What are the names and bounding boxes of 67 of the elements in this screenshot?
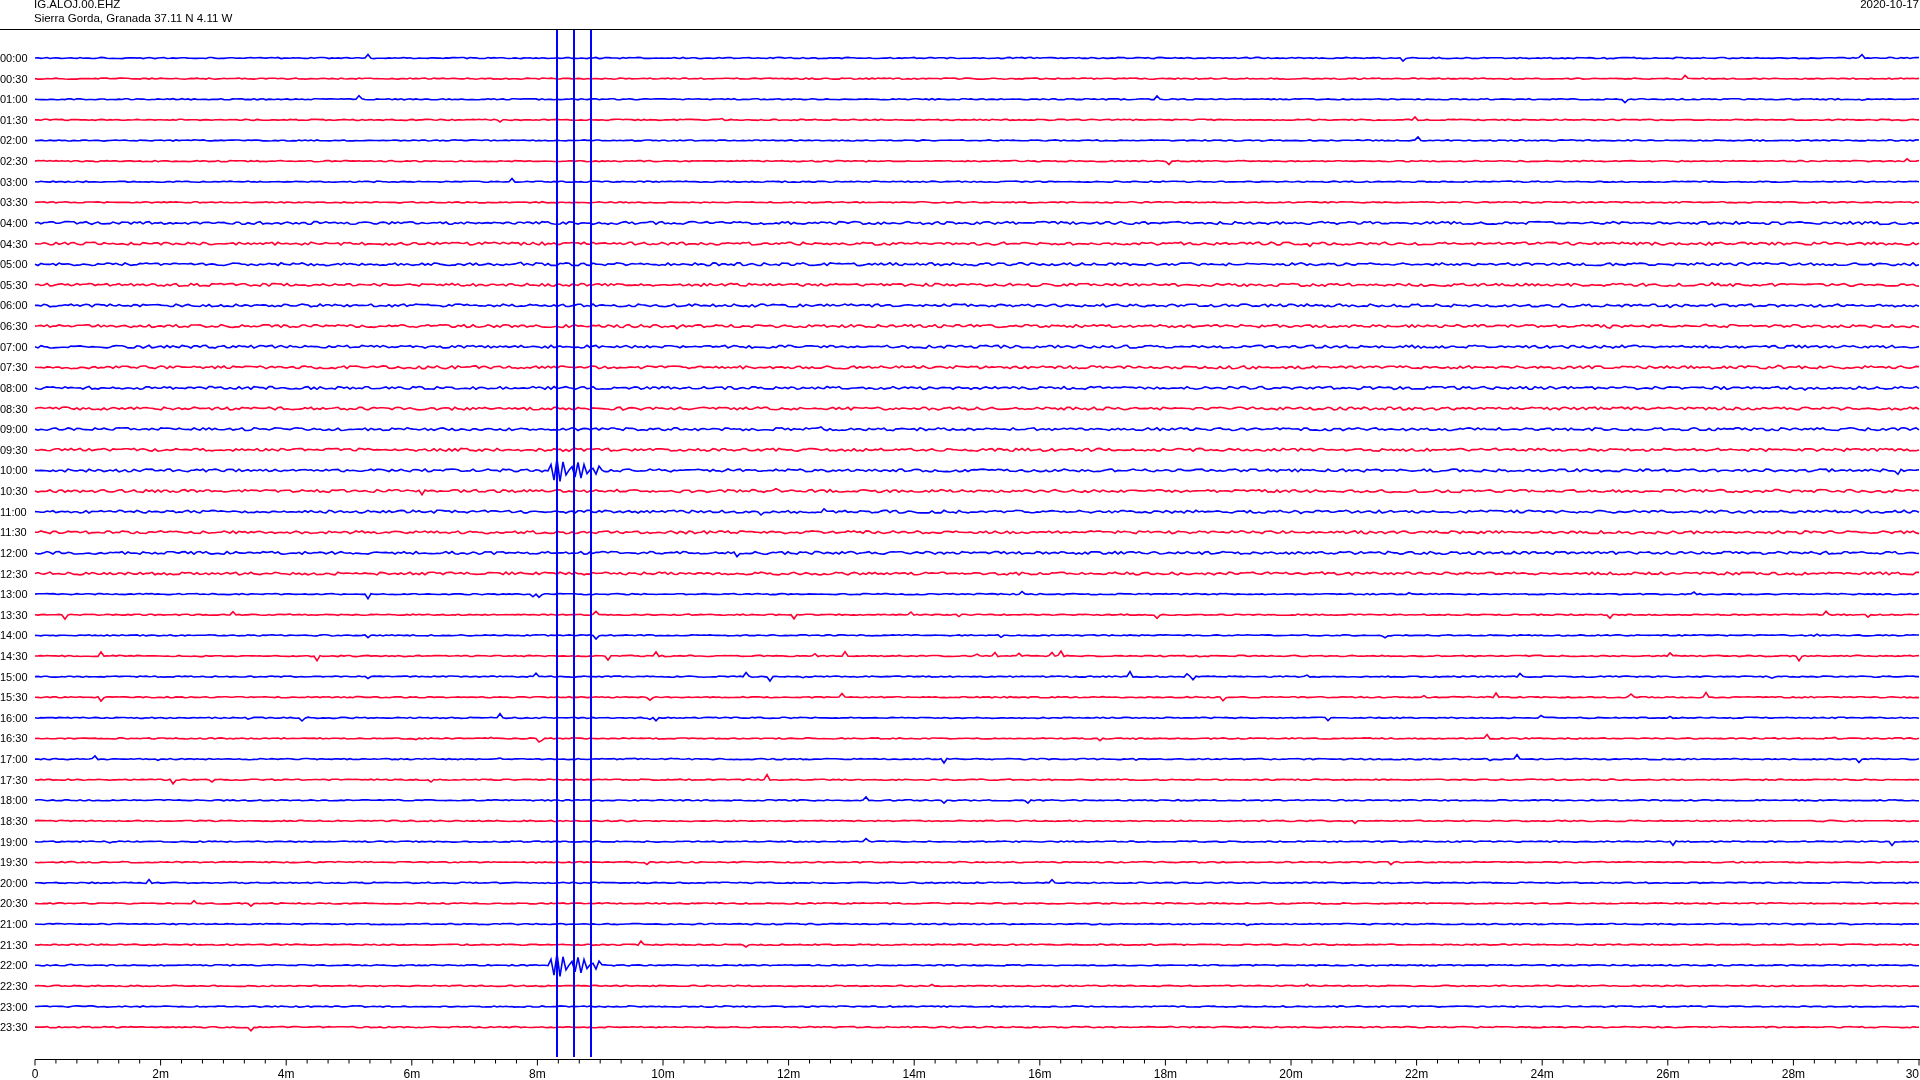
station-location: Sierra Gorda, Granada 37.11 N 4.11 W [34, 11, 233, 25]
trace-time-label: 01:30 [0, 113, 28, 126]
trace-time-label: 18:30 [0, 814, 28, 827]
time-axis-label: 22m [1404, 1066, 1429, 1079]
trace-time-label: 05:00 [0, 258, 28, 271]
trace-time-label: 04:30 [0, 237, 28, 250]
trace-time-label: 05:30 [0, 278, 28, 291]
trace-time-label: 00:30 [0, 72, 28, 85]
trace-time-label: 12:30 [0, 567, 28, 580]
time-axis-label: 14m [902, 1066, 926, 1079]
trace-time-label: 16:30 [0, 732, 28, 745]
time-axis-label: 12m [776, 1066, 801, 1079]
trace-time-label: 00:00 [0, 52, 28, 64]
trace-time-label: 13:00 [0, 588, 28, 601]
trace-time-label: 01:00 [0, 93, 28, 106]
trace-time-label: 14:30 [0, 650, 28, 662]
time-axis-label: 4m [277, 1066, 295, 1079]
trace-time-label: 14:00 [0, 629, 28, 642]
trace-time-label: 21:30 [0, 938, 28, 951]
trace-time-label: 20:30 [0, 897, 28, 910]
trace-time-label: 15:00 [0, 670, 28, 683]
trace-time-label: 15:30 [0, 691, 28, 704]
trace-time-label: 22:00 [0, 959, 28, 972]
time-axis-label: 26m [1656, 1066, 1680, 1079]
trace-time-label: 09:30 [0, 443, 28, 456]
trace-time-label: 17:30 [0, 773, 28, 786]
trace-time-label: 02:00 [0, 134, 28, 147]
trace-time-label: 23:00 [0, 1000, 28, 1013]
time-axis-label: 6m [403, 1066, 421, 1079]
trace-time-label: 23:30 [0, 1021, 28, 1034]
trace-time-label: 12:00 [0, 546, 28, 559]
trace-time-label: 08:30 [0, 402, 28, 415]
trace-time-label: 03:30 [0, 196, 28, 209]
record-date: 2020-10-17 [1860, 0, 1920, 12]
trace-time-label: 18:00 [0, 794, 28, 807]
trace-time-label: 16:00 [0, 711, 28, 724]
trace-time-label: 04:00 [0, 216, 28, 229]
trace-time-label: 22:30 [0, 979, 28, 992]
trace-time-label: 20:00 [0, 876, 28, 889]
trace-time-label: 13:30 [0, 608, 28, 621]
trace-time-label: 02:30 [0, 155, 28, 168]
trace-time-label: 19:00 [0, 835, 28, 848]
time-axis-label: 18m [1153, 1066, 1178, 1079]
trace-time-label: 07:00 [0, 340, 28, 353]
time-axis-label: 0 [31, 1066, 39, 1079]
trace-time-label: 21:00 [0, 918, 28, 931]
time-axis-label: 30 [1905, 1066, 1919, 1079]
trace-time-label: 19:30 [0, 856, 28, 869]
trace-time-label: 03:00 [0, 175, 28, 188]
time-axis-label: 10m [651, 1066, 675, 1079]
trace-time-label: 10:00 [0, 464, 28, 477]
time-axis-label: 16m [1028, 1066, 1052, 1079]
trace-time-label: 09:00 [0, 423, 28, 436]
station-code: IG.ALOJ.00.EHZ [34, 0, 122, 11]
time-axis-label: 28m [1781, 1066, 1806, 1079]
trace-time-label: 11:00 [0, 505, 27, 518]
trace-time-label: 06:30 [0, 320, 28, 333]
trace-time-label: 06:00 [0, 299, 28, 312]
trace-time-label: 07:30 [0, 361, 28, 374]
time-axis-label: 24m [1530, 1066, 1554, 1079]
trace-time-label: 11:30 [0, 526, 27, 539]
time-axis-label: 8m [529, 1066, 546, 1079]
trace-time-label: 10:30 [0, 485, 28, 497]
time-axis-label: 2m [152, 1066, 169, 1079]
time-axis-label: 20m [1279, 1066, 1303, 1079]
trace-time-label: 17:00 [0, 753, 28, 766]
trace-time-label: 08:00 [0, 381, 28, 394]
